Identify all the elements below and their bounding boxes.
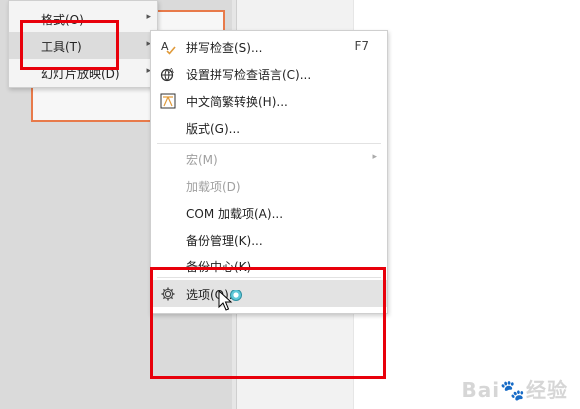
menu-item-addins: 加载项(D) <box>151 172 387 199</box>
menu-item-macro: 宏(M) ▸ <box>151 145 387 172</box>
menu-separator <box>157 143 381 144</box>
menu-item-label: 宏(M) <box>186 153 218 167</box>
menu-item-chinese-convert[interactable]: 中文简繁转换(H)... <box>151 87 387 114</box>
submenu-arrow-icon: ▸ <box>146 12 151 22</box>
chinese-convert-icon <box>159 92 177 110</box>
watermark-logo: Bai🐾经验 <box>461 378 568 402</box>
menu-item-label: 中文简繁转换(H)... <box>186 95 288 109</box>
menu-item-label: 版式(G)... <box>186 122 241 136</box>
globe-language-icon: A <box>159 65 177 83</box>
shortcut-label: F7 <box>354 39 369 53</box>
spell-check-icon: A <box>159 38 177 56</box>
menu-item-layout[interactable]: 版式(G)... <box>151 114 387 141</box>
menu-item-label: 拼写检查(S)... <box>186 41 263 55</box>
menu-item-spell-language[interactable]: A 设置拼写检查语言(C)... <box>151 60 387 87</box>
menu-item-com-addins[interactable]: COM 加载项(A)... <box>151 199 387 226</box>
menu-item-label: 加载项(D) <box>186 180 241 194</box>
menu-item-label: 设置拼写检查语言(C)... <box>186 68 312 82</box>
highlight-box-tools <box>20 20 119 70</box>
menu-item-backup-manage[interactable]: 备份管理(K)... <box>151 226 387 253</box>
submenu-arrow-icon: ▸ <box>372 152 377 162</box>
highlight-box-options <box>150 267 386 379</box>
menu-item-label: COM 加载项(A)... <box>186 207 284 221</box>
svg-text:A: A <box>169 67 174 75</box>
menu-item-label: 备份管理(K)... <box>186 234 263 248</box>
menu-item-spell-check[interactable]: A 拼写检查(S)... F7 <box>151 33 387 60</box>
